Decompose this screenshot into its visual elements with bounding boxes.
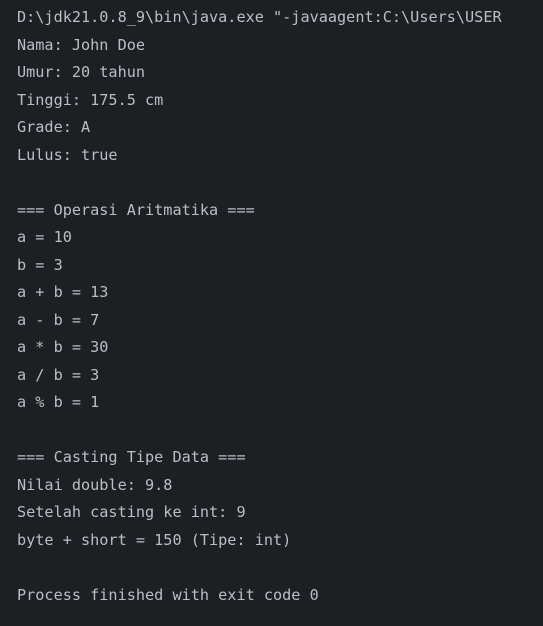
output-line-grade: Grade: A [17, 118, 91, 136]
output-blank-line [0, 417, 543, 445]
output-line-addition: a + b = 13 [17, 283, 109, 301]
output-blank-line [0, 554, 543, 582]
output-line-tinggi: Tinggi: 175.5 cm [17, 90, 164, 109]
output-line-b: b = 3 [17, 255, 63, 274]
output-line-casting-int: Setelah casting ke int: 9 [17, 503, 246, 521]
output-line-subtraction: a - b = 7 [17, 310, 100, 329]
output-section-header-casting: === Casting Tipe Data === [17, 448, 246, 466]
output-section-header-aritmatika: === Operasi Aritmatika === [17, 200, 255, 219]
output-line-umur: Umur: 20 tahun [17, 63, 146, 81]
output-line-nilai-double: Nilai double: 9.8 [17, 475, 173, 494]
output-blank-line [0, 169, 543, 197]
output-line-a: a = 10 [17, 228, 72, 246]
output-line-division: a / b = 3 [17, 365, 100, 384]
output-line-nama: Nama: John Doe [17, 35, 146, 54]
output-line-lulus: Lulus: true [17, 145, 118, 164]
run-console-output[interactable]: D:\jdk21.0.8_9\bin\java.exe "-javaagent:… [0, 0, 543, 626]
process-exit-message: Process finished with exit code 0 [17, 585, 319, 604]
command-line: D:\jdk21.0.8_9\bin\java.exe "-javaagent:… [17, 8, 502, 26]
output-line-multiplication: a * b = 30 [17, 338, 109, 356]
output-line-byte-short: byte + short = 150 (Tipe: int) [17, 530, 292, 549]
output-line-modulo: a % b = 1 [17, 393, 100, 411]
